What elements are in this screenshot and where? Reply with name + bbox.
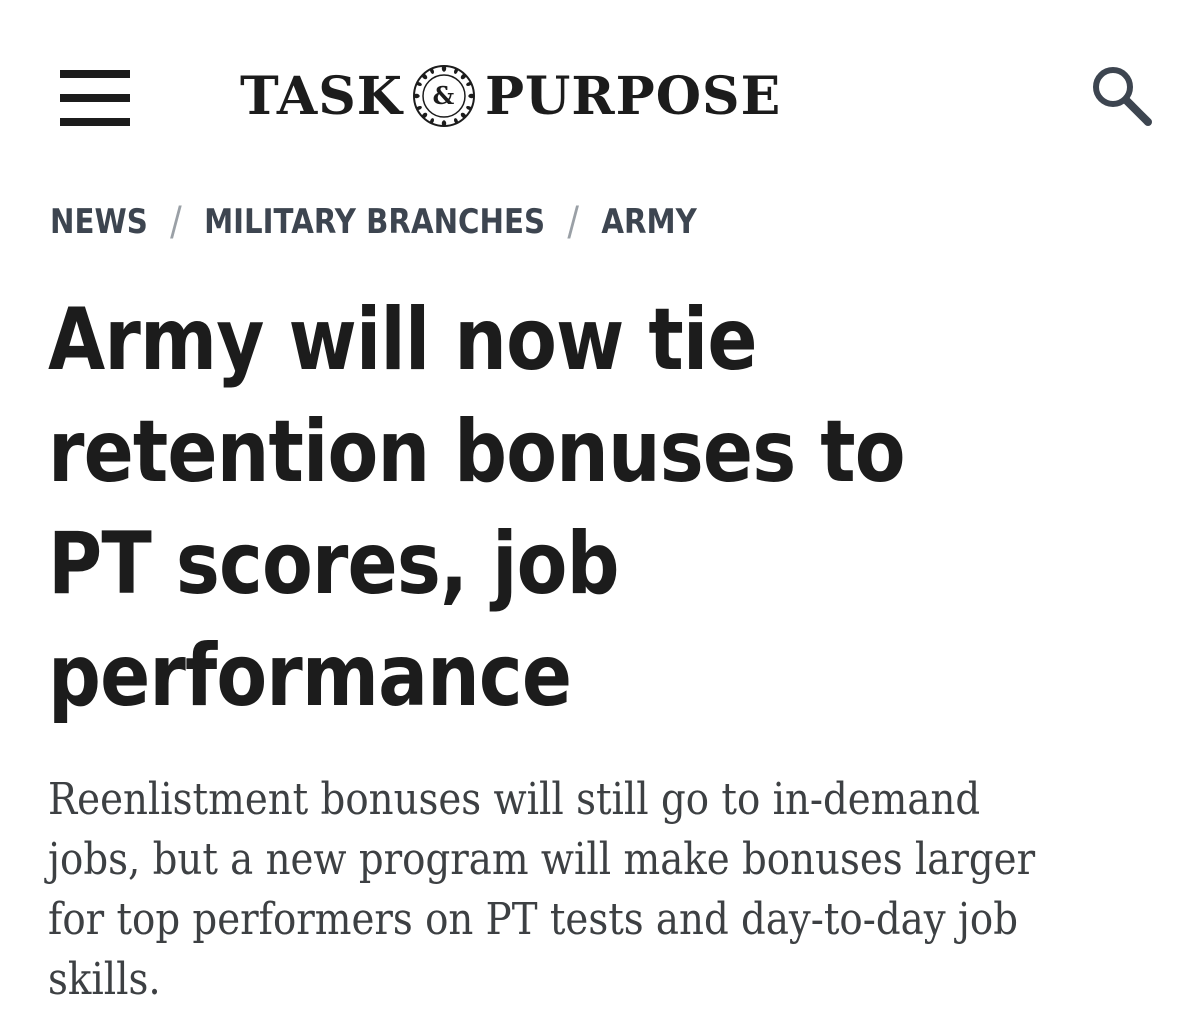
laurel-wreath-emblem-icon: & [412,65,475,127]
dek-line: Reenlistment bonuses will still go to in… [48,774,981,825]
search-button[interactable] [1088,62,1154,128]
headline-line: PT scores, job [48,514,620,614]
hamburger-menu-button[interactable] [60,70,130,126]
dek-line: jobs, but a new program will make bonuse… [48,834,1036,885]
breadcrumb-separator: / [170,199,182,245]
menu-bar-middle [60,94,130,102]
article-headline: Army will now tie retention bonuses to P… [48,284,1011,732]
logo-text-task: TASK [240,65,403,127]
search-icon [1093,67,1152,126]
menu-bar-top [60,70,130,78]
breadcrumb-item-military-branches[interactable]: MILITARY BRANCHES [204,202,545,242]
logo-text-purpose: PURPOSE [484,65,782,127]
dek-line: for top performers on PT tests and day-t… [48,894,1018,945]
breadcrumb-item-news[interactable]: NEWS [50,202,148,242]
site-logo[interactable]: TASK & PURPOSE [240,58,781,134]
dek-line: skills. [48,954,161,1005]
site-header: TASK & PURPOSE [0,0,1200,170]
breadcrumb-item-army[interactable]: ARMY [601,202,696,242]
menu-bar-bottom [60,118,130,126]
headline-line: retention bonuses to [48,402,906,502]
breadcrumb: NEWS / MILITARY BRANCHES / ARMY [50,196,697,248]
headline-line: performance [48,626,572,726]
article-dek: Reenlistment bonuses will still go to in… [48,770,1042,1010]
headline-line: Army will now tie [48,290,758,390]
breadcrumb-separator: / [567,199,579,245]
logo-emblem-text: & [433,81,456,110]
